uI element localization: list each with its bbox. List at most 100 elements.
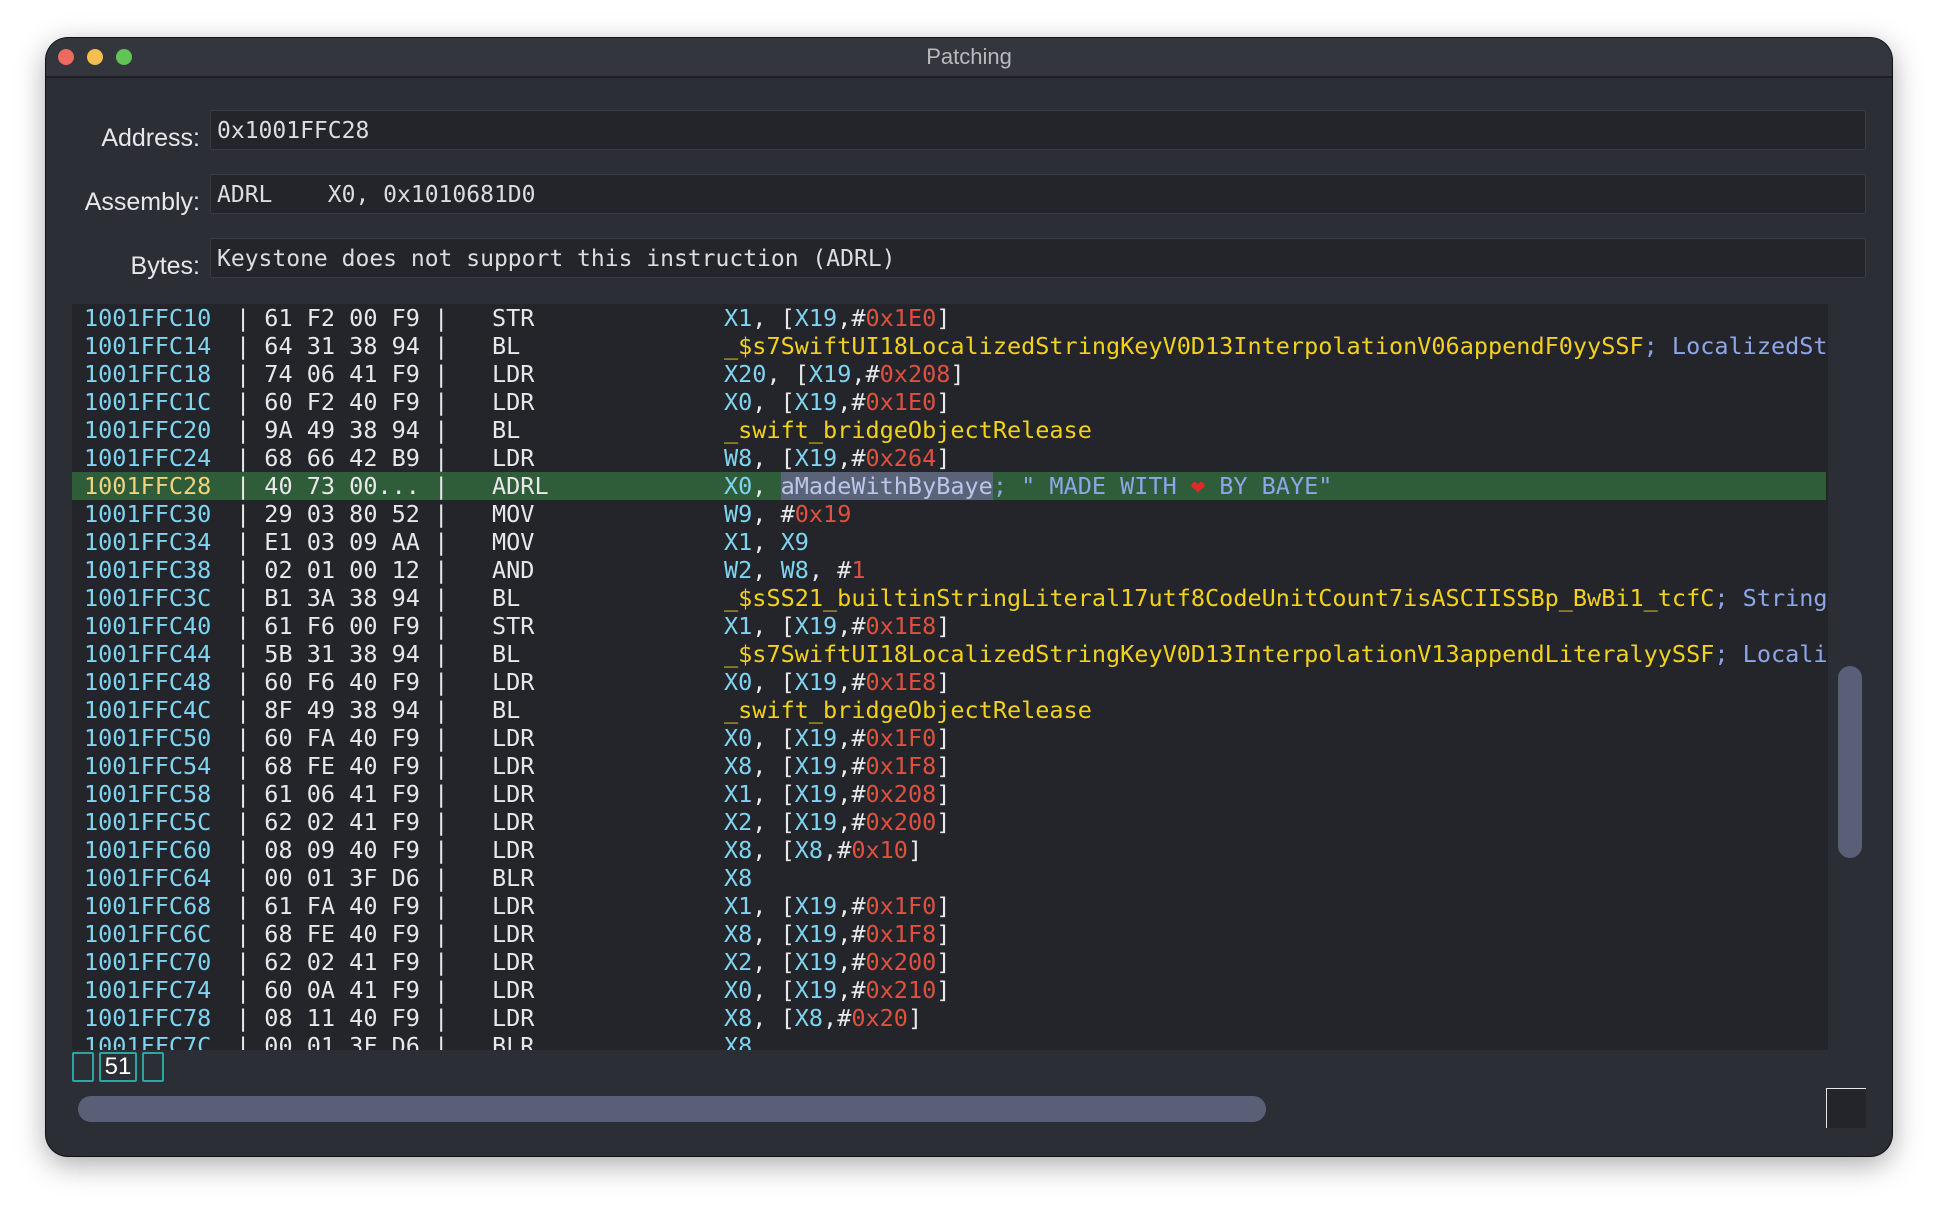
operand-immediate: 0x264	[865, 444, 937, 472]
operand-text: ,#	[837, 808, 866, 836]
vertical-scrollbar[interactable]	[1828, 304, 1866, 1050]
row-bytes: | 68 66 42 B9 |	[236, 444, 449, 472]
operand-immediate: 0x200	[865, 948, 937, 976]
row-address: 1001FFC18	[84, 360, 212, 388]
listing-row[interactable]: 1001FFC10 | 61 F2 00 F9 | STR X1, [X19,#0x1…	[72, 304, 1826, 332]
bytes-field[interactable]: Keystone does not support this instructi…	[210, 238, 1866, 278]
horizontal-scroll-thumb[interactable]	[78, 1096, 1266, 1122]
disassembly-rows[interactable]: 1001FFC10 | 61 F2 00 F9 | STR X1, [X19,#0x1…	[72, 304, 1826, 1050]
row-mnemonic: LDR	[492, 668, 535, 696]
listing-row[interactable]: 1001FFC20 | 9A 49 38 94 | BL _swift_bridgeO…	[72, 416, 1826, 444]
row-address: 1001FFC4C	[84, 696, 212, 724]
operand-symbol[interactable]: _$sSS21_builtinStringLiteral17utf8CodeUn…	[724, 584, 1714, 612]
operand-text: , [	[752, 976, 795, 1004]
listing-row-selected[interactable]: 1001FFC28 | 40 73 00... | ADRL X0, aMadeWit…	[72, 472, 1826, 500]
row-operands: X1, [X19,#0x1F0]	[724, 892, 950, 920]
operand-text: ]	[936, 948, 951, 976]
operand-text: ,#	[837, 668, 866, 696]
row-operands: X8, [X19,#0x1F8]	[724, 920, 950, 948]
row-address: 1001FFC34	[84, 528, 212, 556]
listing-row[interactable]: 1001FFC5C | 62 02 41 F9 | LDR X2, [X19,#0x2…	[72, 808, 1826, 836]
operand-register: X8	[724, 920, 753, 948]
row-address: 1001FFC58	[84, 780, 212, 808]
row-bytes: | 61 06 41 F9 |	[236, 780, 449, 808]
assembly-field[interactable]: ADRL X0, 0x1010681D0	[210, 174, 1866, 214]
operand-register: X9	[780, 528, 809, 556]
listing-row[interactable]: 1001FFC3C | B1 3A 38 94 | BL _$sSS21_builti…	[72, 584, 1826, 612]
operand-symbol[interactable]: _$s7SwiftUI18LocalizedStringKeyV0D13Inte…	[724, 332, 1644, 360]
listing-row[interactable]: 1001FFC50 | 60 FA 40 F9 | LDR X0, [X19,#0x1…	[72, 724, 1826, 752]
operand-text: ,#	[823, 1004, 852, 1032]
operand-immediate: 0x20	[851, 1004, 908, 1032]
row-bytes: | 00 01 3F D6 |	[236, 864, 449, 892]
listing-row[interactable]: 1001FFC40 | 61 F6 00 F9 | STR X1, [X19,#0x1…	[72, 612, 1826, 640]
operand-immediate: 0x1E0	[865, 304, 937, 332]
operand-register: X1	[724, 528, 753, 556]
row-mnemonic: BL	[492, 640, 521, 668]
operand-text: ]	[936, 920, 951, 948]
title-bar[interactable]: Patching	[46, 38, 1892, 78]
listing-row[interactable]: 1001FFC60 | 08 09 40 F9 | LDR X8, [X8,#0x10…	[72, 836, 1826, 864]
row-operands: X8	[724, 864, 752, 892]
listing-row[interactable]: 1001FFC44 | 5B 31 38 94 | BL _$s7SwiftUI18L…	[72, 640, 1826, 668]
operand-text: , [	[752, 948, 795, 976]
operand-text: , [	[752, 892, 795, 920]
row-bytes: | 02 01 00 12 |	[236, 556, 449, 584]
row-mnemonic: LDR	[492, 920, 535, 948]
operand-immediate: 0x200	[865, 808, 937, 836]
pager-next-button[interactable]	[142, 1052, 164, 1082]
address-field[interactable]: 0x1001FFC28	[210, 110, 1866, 150]
operand-highlighted-label[interactable]: aMadeWithByBaye	[780, 472, 993, 500]
pager-prev-button[interactable]	[72, 1052, 94, 1082]
pager-current-page[interactable]: 51	[99, 1052, 137, 1082]
listing-row[interactable]: 1001FFC70 | 62 02 41 F9 | LDR X2, [X19,#0x2…	[72, 948, 1826, 976]
listing-row[interactable]: 1001FFC74 | 60 0A 41 F9 | LDR X0, [X19,#0x2…	[72, 976, 1826, 1004]
listing-row[interactable]: 1001FFC54 | 68 FE 40 F9 | LDR X8, [X19,#0x1…	[72, 752, 1826, 780]
operand-register: X19	[794, 724, 838, 752]
listing-row[interactable]: 1001FFC30 | 29 03 80 52 | MOV W9, #0x19	[72, 500, 1826, 528]
row-operands: _swift_bridgeObjectRelease	[724, 416, 1092, 444]
operand-symbol[interactable]: _$s7SwiftUI18LocalizedStringKeyV0D13Inte…	[724, 640, 1714, 668]
row-address: 1001FFC28	[84, 472, 212, 500]
listing-row[interactable]: 1001FFC1C | 60 F2 40 F9 | LDR X0, [X19,#0x1…	[72, 388, 1826, 416]
listing-row[interactable]: 1001FFC64 | 00 01 3F D6 | BLR X8	[72, 864, 1826, 892]
window-title: Patching	[926, 44, 1012, 69]
listing-row[interactable]: 1001FFC6C | 68 FE 40 F9 | LDR X8, [X19,#0x1…	[72, 920, 1826, 948]
row-operands: X0, [X19,#0x210]	[724, 976, 950, 1004]
operand-text: ,#	[837, 752, 866, 780]
operand-immediate: 0x19	[794, 500, 852, 528]
listing-row[interactable]: 1001FFC24 | 68 66 42 B9 | LDR W8, [X19,#0x2…	[72, 444, 1826, 472]
listing-row[interactable]: 1001FFC7C | 00 01 3F D6 | BLR X8	[72, 1032, 1826, 1050]
vertical-scroll-thumb[interactable]	[1838, 666, 1862, 858]
row-mnemonic: LDR	[492, 444, 535, 472]
operand-register: X0	[724, 388, 753, 416]
operand-register: W8	[780, 556, 809, 584]
operand-register: X0	[724, 668, 753, 696]
operand-register: X0	[724, 724, 753, 752]
listing-row[interactable]: 1001FFC34 | E1 03 09 AA | MOV X1, X9	[72, 528, 1826, 556]
operand-text: , #	[752, 500, 795, 528]
listing-row[interactable]: 1001FFC48 | 60 F6 40 F9 | LDR X0, [X19,#0x1…	[72, 668, 1826, 696]
operand-symbol[interactable]: _swift_bridgeObjectRelease	[724, 696, 1092, 724]
operand-text: , [	[752, 612, 795, 640]
listing-row[interactable]: 1001FFC18 | 74 06 41 F9 | LDR X20, [X19,#0x…	[72, 360, 1826, 388]
row-operands: X8, [X8,#0x20]	[724, 1004, 922, 1032]
operand-text: ]	[950, 360, 965, 388]
listing-row[interactable]: 1001FFC38 | 02 01 00 12 | AND W2, W8, #1	[72, 556, 1826, 584]
operand-text: ,#	[837, 780, 866, 808]
listing-row[interactable]: 1001FFC78 | 08 11 40 F9 | LDR X8, [X8,#0x20…	[72, 1004, 1826, 1032]
row-bytes: | 00 01 3F D6 |	[236, 1032, 449, 1050]
listing-row[interactable]: 1001FFC58 | 61 06 41 F9 | LDR X1, [X19,#0x2…	[72, 780, 1826, 808]
disassembly-listing[interactable]: 1001FFC10 | 61 F2 00 F9 | STR X1, [X19,#0x1…	[72, 304, 1866, 1050]
row-bytes: | 64 31 38 94 |	[236, 332, 449, 360]
operand-register: X1	[724, 892, 753, 920]
row-operands: _$s7SwiftUI18LocalizedStringKeyV0D13Inte…	[724, 640, 1826, 668]
listing-row[interactable]: 1001FFC4C | 8F 49 38 94 | BL _swift_bridgeO…	[72, 696, 1826, 724]
row-address: 1001FFC5C	[84, 808, 212, 836]
row-bytes: | 40 73 00... |	[236, 472, 449, 500]
row-mnemonic: LDR	[492, 836, 535, 864]
operand-symbol[interactable]: _swift_bridgeObjectRelease	[724, 416, 1092, 444]
listing-row[interactable]: 1001FFC68 | 61 FA 40 F9 | LDR X1, [X19,#0x1…	[72, 892, 1826, 920]
listing-row[interactable]: 1001FFC14 | 64 31 38 94 | BL _$s7SwiftUI18L…	[72, 332, 1826, 360]
horizontal-scrollbar[interactable]	[72, 1088, 1826, 1128]
